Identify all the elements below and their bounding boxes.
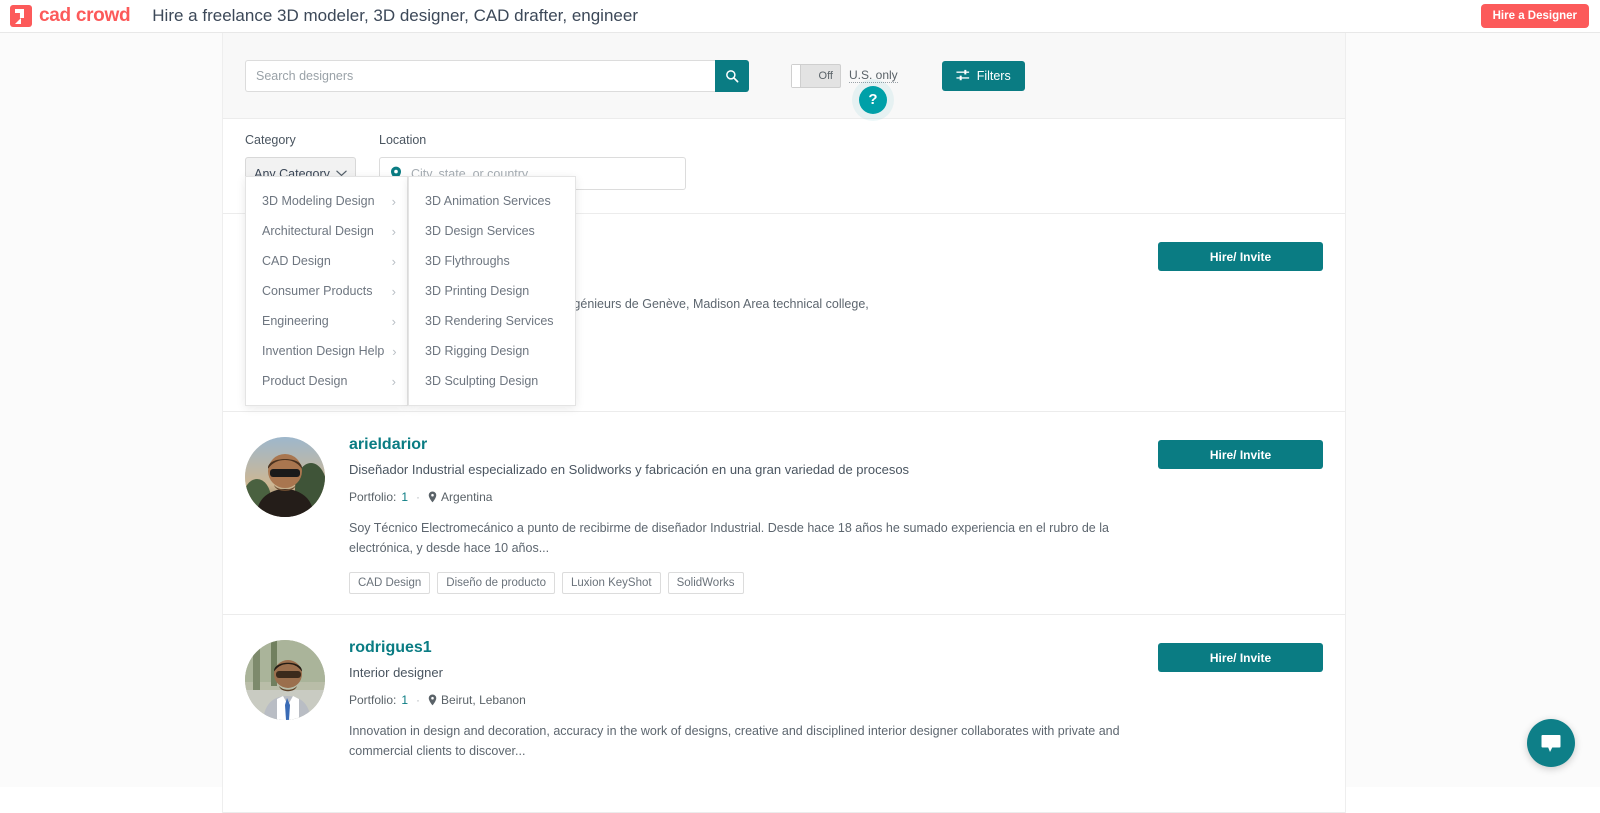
designer-description: Innovation in design and decoration, acc… — [349, 721, 1139, 761]
filter-sliders-icon — [956, 69, 970, 82]
designer-meta: Portfolio: 1 · Beirut, Lebanon — [349, 693, 1323, 707]
subcategory-item-label: 3D Sculpting Design — [425, 374, 538, 388]
subcategory-item-label: 3D Rendering Services — [425, 314, 554, 328]
hire-a-designer-button[interactable]: Hire a Designer — [1481, 4, 1589, 28]
subcategory-item[interactable]: 3D Printing Design — [409, 276, 575, 306]
subcategory-item[interactable]: 3D Design Services — [409, 216, 575, 246]
avatar[interactable] — [245, 437, 325, 517]
search-toolbar: Off U.S. only ? Filters — [223, 33, 1345, 119]
subcategory-item-label: 3D Flythroughs — [425, 254, 510, 268]
location-label: Location — [379, 133, 686, 147]
brand-logo[interactable]: cad crowd — [10, 5, 130, 27]
subcategory-item[interactable]: 3D Flythroughs — [409, 246, 575, 276]
subcategory-item[interactable]: 3D Sculpting Design — [409, 366, 575, 396]
chat-bubble-icon — [1540, 733, 1562, 753]
designer-name-link[interactable]: arieldarior — [349, 436, 427, 454]
category-item[interactable]: Engineering › — [246, 306, 407, 336]
chevron-right-icon: › — [392, 344, 396, 359]
avatar-image — [245, 437, 325, 517]
portfolio-count: 1 — [401, 693, 408, 707]
chevron-right-icon: › — [392, 374, 396, 389]
chevron-right-icon: › — [392, 314, 396, 329]
designer-location: Beirut, Lebanon — [428, 693, 526, 707]
toggle-knob — [792, 65, 801, 87]
location-pin-icon — [428, 491, 437, 503]
category-item[interactable]: Invention Design Help › — [246, 336, 407, 366]
category-item-label: Engineering — [262, 314, 329, 328]
content-container: Off U.S. only ? Filters Category Any Cat… — [222, 33, 1346, 813]
hire-invite-button[interactable]: Hire/ Invite — [1158, 440, 1323, 469]
hire-invite-button[interactable]: Hire/ Invite — [1158, 643, 1323, 672]
subcategory-item[interactable]: 3D Rendering Services — [409, 306, 575, 336]
filters-button-label: Filters — [977, 69, 1011, 83]
category-item-label: Consumer Products — [262, 284, 372, 298]
us-only-label[interactable]: U.S. only — [849, 68, 898, 83]
us-only-toggle[interactable]: Off — [791, 64, 841, 88]
portfolio-count: 1 — [401, 490, 408, 504]
category-item-label: CAD Design — [262, 254, 331, 268]
category-item-label: Architectural Design — [262, 224, 374, 238]
designer-location-text: Argentina — [441, 490, 492, 504]
category-dropdown-secondary: 3D Animation Services 3D Design Services… — [408, 176, 576, 406]
us-only-toggle-group: Off U.S. only ? — [791, 64, 898, 88]
chat-widget-button[interactable] — [1527, 719, 1575, 767]
category-item-label: Invention Design Help — [262, 344, 384, 358]
subcategory-item-label: 3D Animation Services — [425, 194, 551, 208]
chevron-right-icon: › — [392, 194, 396, 209]
category-item[interactable]: Consumer Products › — [246, 276, 407, 306]
designer-card: arieldarior Diseñador Industrial especia… — [223, 412, 1345, 615]
chevron-right-icon: › — [392, 254, 396, 269]
category-item-label: 3D Modeling Design — [262, 194, 375, 208]
search-submit-button[interactable] — [715, 60, 749, 92]
skill-tag[interactable]: Diseño de producto — [437, 572, 555, 594]
designer-description: Soy Técnico Electromecánico a punto de r… — [349, 518, 1139, 558]
category-item[interactable]: 3D Modeling Design › — [246, 186, 407, 216]
designer-location: Argentina — [428, 490, 492, 504]
designer-meta: Portfolio: 1 · Argentina — [349, 490, 1323, 504]
category-item[interactable]: Product Design › — [246, 366, 407, 396]
designer-tags: CAD Design Diseño de producto Luxion Key… — [349, 572, 1323, 594]
designer-card: rodrigues1 Interior designer Portfolio: … — [223, 615, 1345, 813]
search-input[interactable] — [245, 60, 715, 92]
avatar[interactable] — [245, 640, 325, 720]
category-dropdown-primary: 3D Modeling Design › Architectural Desig… — [245, 176, 408, 406]
page-title: Hire a freelance 3D modeler, 3D designer… — [152, 6, 638, 26]
avatar-image — [245, 640, 325, 720]
category-item[interactable]: CAD Design › — [246, 246, 407, 276]
help-icon[interactable]: ? — [859, 86, 887, 114]
designer-location-text: Beirut, Lebanon — [441, 693, 526, 707]
subcategory-item[interactable]: 3D Rigging Design — [409, 336, 575, 366]
search-icon — [725, 69, 739, 83]
subcategory-item-label: 3D Rigging Design — [425, 344, 529, 358]
top-navigation-bar: cad crowd Hire a freelance 3D modeler, 3… — [0, 0, 1600, 33]
portfolio-label: Portfolio: — [349, 693, 396, 707]
page-background: Off U.S. only ? Filters Category Any Cat… — [0, 33, 1600, 787]
location-pin-icon — [428, 694, 437, 706]
skill-tag[interactable]: CAD Design — [349, 572, 430, 594]
category-item-label: Product Design — [262, 374, 347, 388]
category-label: Category — [245, 133, 356, 147]
brand-name: cad crowd — [39, 5, 130, 27]
subcategory-item-label: 3D Printing Design — [425, 284, 529, 298]
cadcrowd-logo-icon — [10, 5, 32, 27]
meta-separator: · — [413, 693, 423, 707]
filters-button[interactable]: Filters — [942, 61, 1025, 91]
subcategory-item[interactable]: 3D Animation Services — [409, 186, 575, 216]
meta-separator: · — [413, 490, 423, 504]
toggle-state-label: Off — [819, 70, 840, 82]
chevron-right-icon: › — [392, 224, 396, 239]
filter-toolbar: Category Any Category Location — [223, 119, 1345, 214]
portfolio-label: Portfolio: — [349, 490, 396, 504]
subcategory-item-label: 3D Design Services — [425, 224, 535, 238]
designer-name-link[interactable]: rodrigues1 — [349, 639, 432, 657]
skill-tag[interactable]: SolidWorks — [668, 572, 744, 594]
hire-invite-button[interactable]: Hire/ Invite — [1158, 242, 1323, 271]
category-item[interactable]: Architectural Design › — [246, 216, 407, 246]
search-form — [245, 60, 749, 92]
skill-tag[interactable]: Luxion KeyShot — [562, 572, 661, 594]
chevron-right-icon: › — [392, 284, 396, 299]
